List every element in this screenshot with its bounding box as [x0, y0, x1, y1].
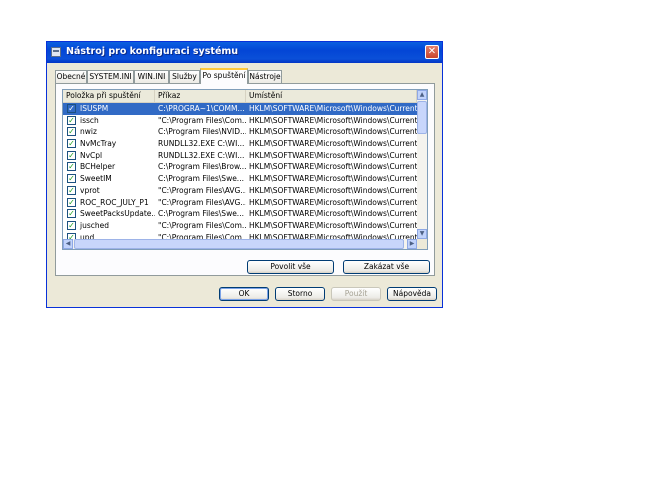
row-name: NvMcTray [80, 139, 117, 149]
startup-list[interactable]: Položka při spuštění Příkaz Umístění ✓ IS… [62, 89, 428, 250]
checkbox[interactable]: ✓ [67, 209, 76, 219]
checkbox[interactable]: ✓ [67, 197, 76, 207]
checkbox[interactable]: ✓ [67, 162, 76, 172]
row-command: RUNDLL32.EXE C:\WI... [158, 139, 245, 149]
row-command: C:\Program Files\Swe... [158, 174, 244, 184]
row-name-cell: ✓ jusched [63, 220, 155, 232]
row-location: HKLM\SOFTWARE\Microsoft\Windows\CurrentV… [249, 115, 417, 125]
row-name: jusched [80, 220, 109, 230]
row-command: RUNDLL32.EXE C:\WI... [158, 150, 245, 160]
horizontal-scroll-thumb[interactable] [74, 239, 404, 249]
row-name-cell: ✓ issch [63, 115, 155, 127]
checkbox[interactable]: ✓ [67, 150, 76, 160]
column-header-command[interactable]: Příkaz [155, 90, 246, 102]
scroll-left-icon[interactable]: ◀ [63, 239, 73, 249]
horizontal-scrollbar[interactable]: ◀ ▶ [63, 239, 417, 249]
row-name-cell: ✓ SweetPacksUpdate... [63, 208, 155, 220]
row-name-cell: ✓ NvMcTray [63, 138, 155, 150]
row-location: HKLM\SOFTWARE\Microsoft\Windows\CurrentV… [249, 162, 417, 172]
column-header-location[interactable]: Umístění [246, 90, 417, 102]
checkbox[interactable]: ✓ [67, 139, 76, 149]
close-button[interactable]: ✕ [425, 45, 439, 59]
disable-all-button[interactable]: Zakázat vše [343, 260, 430, 274]
msconfig-window: Nástroj pro konfiguraci systému ✕ Obecné… [46, 41, 443, 308]
tab-system-ini[interactable]: SYSTEM.INI [87, 70, 134, 83]
checkbox[interactable]: ✓ [67, 115, 76, 125]
vertical-scrollbar[interactable]: ▲ ▼ [417, 90, 427, 239]
msconfig-icon [51, 47, 61, 57]
row-name-cell: ✓ SweetIM [63, 173, 155, 185]
row-name: NvCpl [80, 150, 103, 160]
scroll-up-icon[interactable]: ▲ [417, 90, 427, 100]
row-location: HKLM\SOFTWARE\Microsoft\Windows\CurrentV… [249, 174, 417, 184]
row-command: "C:\Program Files\Com... [158, 220, 246, 230]
row-name: ROC_ROC_JULY_P1 [80, 197, 149, 207]
row-command: C:\Program Files\Swe... [158, 209, 244, 219]
list-rows: ✓ ISUSPM C:\PROGRA~1\COMM... HKLM\SOFTWAR… [63, 103, 417, 243]
row-name: ISUSPM [80, 103, 109, 115]
row-name-cell: ✓ ROC_ROC_JULY_P1 [63, 197, 155, 209]
enable-all-button[interactable]: Povolit vše [247, 260, 334, 274]
row-command: "C:\Program Files\Com... [158, 115, 246, 125]
table-row[interactable]: ✓ NvMcTray RUNDLL32.EXE C:\WI... HKLM\SOF… [63, 138, 417, 150]
checkbox[interactable]: ✓ [67, 104, 76, 113]
row-location: HKLM\SOFTWARE\Microsoft\Windows\CurrentV… [249, 197, 417, 207]
checkbox[interactable]: ✓ [67, 174, 76, 184]
checkbox[interactable]: ✓ [67, 127, 76, 137]
table-row[interactable]: ✓ BCHelper C:\Program Files\Brow... HKLM\… [63, 161, 417, 173]
row-name: nwiz [80, 127, 97, 137]
title-bar[interactable]: Nástroj pro konfiguraci systému ✕ [47, 42, 442, 63]
list-header: Položka při spuštění Příkaz Umístění [63, 90, 417, 103]
checkbox[interactable]: ✓ [67, 220, 76, 230]
tab-tools[interactable]: Nástroje [248, 70, 282, 83]
tab-win-ini[interactable]: WIN.INI [134, 70, 169, 83]
row-location: HKLM\SOFTWARE\Microsoft\Windows\CurrentV… [249, 185, 417, 195]
row-name-cell: ✓ vprot [63, 185, 155, 197]
row-command: C:\Program Files\Brow... [158, 162, 246, 172]
row-command: "C:\Program Files\AVG... [158, 185, 246, 195]
vertical-scroll-thumb[interactable] [417, 101, 427, 134]
row-command: "C:\Program Files\AVG... [158, 197, 246, 207]
tab-services[interactable]: Služby [169, 70, 200, 83]
row-command: C:\Program Files\NVID... [158, 127, 246, 137]
row-command: C:\PROGRA~1\COMM... [155, 103, 246, 115]
row-name: SweetPacksUpdate... [80, 209, 155, 219]
table-row[interactable]: ✓ SweetIM C:\Program Files\Swe... HKLM\SO… [63, 173, 417, 185]
tab-general[interactable]: Obecné [55, 70, 87, 83]
scroll-down-icon[interactable]: ▼ [417, 229, 427, 239]
checkbox[interactable]: ✓ [67, 185, 76, 195]
row-name-cell: ✓ BCHelper [63, 161, 155, 173]
table-row[interactable]: ✓ ISUSPM C:\PROGRA~1\COMM... HKLM\SOFTWAR… [63, 103, 417, 115]
table-row[interactable]: ✓ vprot "C:\Program Files\AVG... HKLM\SOF… [63, 185, 417, 197]
table-row[interactable]: ✓ ROC_ROC_JULY_P1 "C:\Program Files\AVG..… [63, 197, 417, 209]
scroll-right-icon[interactable]: ▶ [407, 239, 417, 249]
row-name: issch [80, 115, 99, 125]
apply-button[interactable]: Použít [331, 287, 381, 301]
table-row[interactable]: ✓ SweetPacksUpdate... C:\Program Files\Sw… [63, 208, 417, 220]
row-name-cell: ✓ NvCpl [63, 150, 155, 162]
row-location: HKLM\SOFTWARE\Microsoft\Windows\CurrentV… [249, 150, 417, 160]
cancel-button[interactable]: Storno [275, 287, 325, 301]
row-name-cell: ✓ nwiz [63, 126, 155, 138]
row-location: HKLM\SOFTWARE\Microsoft\Windows\CurrentV… [249, 220, 417, 230]
table-row[interactable]: ✓ issch "C:\Program Files\Com... HKLM\SOF… [63, 115, 417, 127]
scroll-corner [417, 239, 427, 249]
window-title: Nástroj pro konfiguraci systému [66, 46, 239, 57]
table-row[interactable]: ✓ NvCpl RUNDLL32.EXE C:\WI... HKLM\SOFTWA… [63, 150, 417, 162]
startup-panel: Položka při spuštění Příkaz Umístění ✓ IS… [55, 83, 435, 276]
table-row[interactable]: ✓ nwiz C:\Program Files\NVID... HKLM\SOFT… [63, 126, 417, 138]
row-location: HKLM\SOFTWARE\Microsoft\Windows\CurrentV… [249, 209, 417, 219]
column-header-item[interactable]: Položka při spuštění [63, 90, 155, 102]
row-location: HKLM\SOFTWARE\Microsoft\Windows\CurrentV… [246, 103, 417, 115]
row-name: vprot [80, 185, 100, 195]
table-row[interactable]: ✓ jusched "C:\Program Files\Com... HKLM\S… [63, 220, 417, 232]
row-name: SweetIM [80, 174, 112, 184]
tab-startup[interactable]: Po spuštění [200, 68, 248, 84]
row-name: BCHelper [80, 162, 116, 172]
row-location: HKLM\SOFTWARE\Microsoft\Windows\CurrentV… [249, 127, 417, 137]
row-name-cell: ✓ ISUSPM [63, 103, 155, 115]
ok-button[interactable]: OK [219, 287, 269, 301]
help-button[interactable]: Nápověda [387, 287, 437, 301]
row-location: HKLM\SOFTWARE\Microsoft\Windows\CurrentV… [249, 139, 417, 149]
